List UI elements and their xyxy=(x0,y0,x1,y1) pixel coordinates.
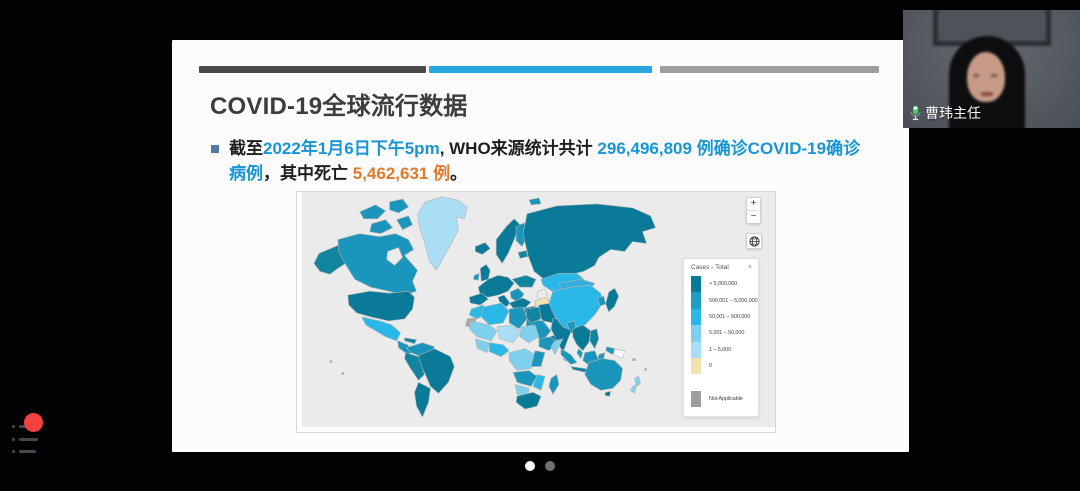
country-australia xyxy=(585,359,623,391)
meeting-screen: COVID-19全球流行数据 截至2022年1月6日下午5pm, WHO来源统计… xyxy=(0,0,1080,491)
list-dot xyxy=(12,450,15,453)
slide-pagination xyxy=(0,460,1080,472)
slide-title: COVID-19全球流行数据 xyxy=(210,86,468,121)
legend-swatch xyxy=(691,374,701,390)
legend-title: Cases - Total xyxy=(691,264,729,271)
country-png xyxy=(614,349,625,359)
list-line xyxy=(19,450,36,453)
legend-swatch xyxy=(691,391,701,407)
legend-row: 1 – 5,000 xyxy=(691,342,758,358)
list-dot xyxy=(12,438,15,441)
pagination-dot-active[interactable] xyxy=(525,461,535,471)
map-zoom-control: + − xyxy=(746,197,761,224)
legend-row: 50,001 – 500,000 xyxy=(691,309,758,325)
map-legend-panel: Cases - Total × > 5,000,000 500,001 – 5,… xyxy=(683,258,759,417)
participant-name: 曹玮主任 xyxy=(925,103,981,123)
bullet-seg: 。 xyxy=(450,164,467,183)
country-japan xyxy=(606,288,619,312)
region-indochina xyxy=(573,325,591,351)
legend-swatch xyxy=(691,276,701,292)
zoom-out-button[interactable]: − xyxy=(747,211,760,223)
country-usa xyxy=(348,291,415,321)
legend-swatch xyxy=(691,292,701,308)
legend-row: > 5,000,000 xyxy=(691,276,758,292)
accent-bar-gray xyxy=(660,66,879,73)
list-line xyxy=(19,438,38,441)
country-madagascar xyxy=(549,374,559,394)
accent-bars xyxy=(172,66,909,73)
person-eyes xyxy=(973,74,999,77)
webcam-video-tile: 曹玮主任 xyxy=(903,10,1080,128)
list-dot xyxy=(12,425,15,428)
accent-bar-blue xyxy=(429,66,652,73)
legend-swatch xyxy=(691,342,701,358)
agenda-list-button[interactable] xyxy=(12,420,46,458)
country-nigeria xyxy=(489,343,509,357)
presentation-slide: COVID-19全球流行数据 截至2022年1月6日下午5pm, WHO来源统计… xyxy=(172,40,909,452)
bullet-text: 截至2022年1月6日下午5pm, WHO来源统计共计 296,496,809 … xyxy=(229,136,875,186)
country-uk xyxy=(480,264,490,281)
notification-red-dot xyxy=(24,413,43,432)
legend-swatch xyxy=(691,325,701,341)
bullet-seg-deaths: 5,462,631 例 xyxy=(353,164,450,183)
country-mexico xyxy=(362,317,401,341)
bullet-marker xyxy=(211,145,219,153)
microphone-icon xyxy=(909,105,922,121)
pagination-dot[interactable] xyxy=(545,461,555,471)
legend-swatch xyxy=(691,358,701,374)
legend-row: Not Applicable xyxy=(691,391,758,407)
globe-icon xyxy=(749,236,760,247)
covid-world-map: + − Cases - Total × xyxy=(296,191,776,433)
country-canada xyxy=(338,234,418,295)
zoom-in-button[interactable]: + xyxy=(747,198,760,210)
legend-row xyxy=(691,374,758,390)
participant-name-label: 曹玮主任 xyxy=(909,103,981,123)
legend-swatch xyxy=(691,309,701,325)
country-philippines xyxy=(590,329,599,349)
country-russia xyxy=(523,204,655,279)
legend-row: 0 xyxy=(691,358,758,374)
bullet-seg: 截至 xyxy=(229,139,263,158)
map-globe-button[interactable] xyxy=(746,233,762,249)
legend-rows: > 5,000,000 500,001 – 5,000,000 50,001 –… xyxy=(684,274,758,407)
accent-bar-dark xyxy=(199,66,426,73)
bullet-seg: ，其中死亡 xyxy=(263,164,353,183)
country-turkey xyxy=(509,298,531,308)
bullet-seg-date: 2022年1月6日下午5pm xyxy=(263,139,440,158)
person-mouth xyxy=(981,92,993,96)
bullet-seg: , WHO来源统计共计 xyxy=(440,139,598,158)
country-greenland xyxy=(418,197,468,270)
legend-close-icon[interactable]: × xyxy=(748,264,752,271)
legend-row: 5,001 – 50,000 xyxy=(691,325,758,341)
legend-row: 500,001 – 5,000,000 xyxy=(691,292,758,308)
